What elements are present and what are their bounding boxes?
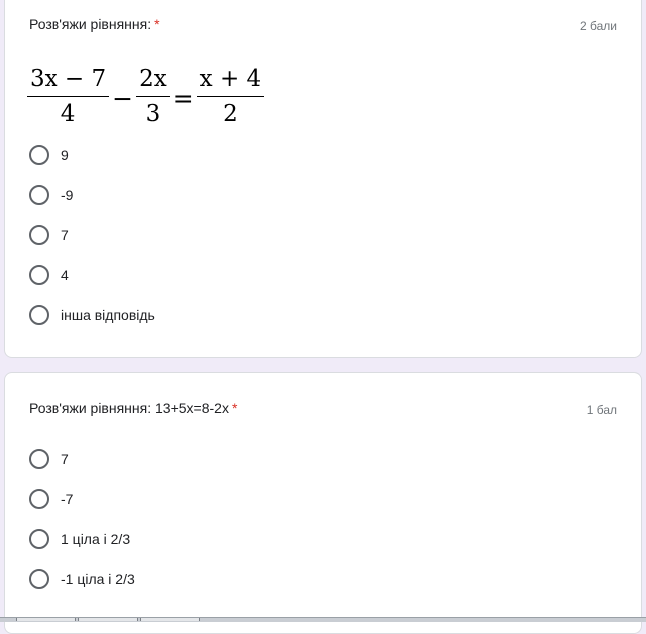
equation-image: 3x − 7 4 − 2x 3 = x + 4 2 bbox=[27, 61, 265, 131]
question-2-title: Розв'яжи рівняння: 13+5x=8-2x * bbox=[29, 399, 237, 417]
radio-button-icon[interactable] bbox=[29, 569, 49, 589]
q1-option-7[interactable]: 7 bbox=[29, 223, 69, 247]
question-card-2: Розв'яжи рівняння: 13+5x=8-2x * 1 бал 7 -… bbox=[4, 372, 642, 634]
radio-button-icon[interactable] bbox=[29, 185, 49, 205]
fraction-bar bbox=[196, 95, 265, 97]
equals-sign: = bbox=[172, 83, 194, 113]
q2-option-label: -7 bbox=[61, 491, 74, 507]
fraction-right: x + 4 2 bbox=[196, 64, 265, 129]
radio-button-icon[interactable] bbox=[29, 265, 49, 285]
q1-option-other[interactable]: інша відповідь bbox=[29, 303, 155, 327]
radio-button-icon[interactable] bbox=[29, 225, 49, 245]
q1-option-4[interactable]: 4 bbox=[29, 263, 69, 287]
minus-sign: − bbox=[112, 83, 134, 113]
q1-option-label: інша відповідь bbox=[61, 307, 155, 323]
required-asterisk: * bbox=[154, 16, 160, 32]
fraction-right-denominator: 2 bbox=[223, 100, 238, 127]
q2-option-7[interactable]: 7 bbox=[29, 447, 69, 471]
fraction-middle: 2x 3 bbox=[136, 64, 170, 129]
taskbar-tab[interactable] bbox=[16, 618, 76, 621]
q2-option-minus-7[interactable]: -7 bbox=[29, 487, 73, 511]
fraction-middle-denominator: 3 bbox=[145, 100, 161, 127]
q1-option-minus-9[interactable]: -9 bbox=[29, 183, 73, 207]
fraction-bar bbox=[136, 95, 170, 97]
q1-option-label: 7 bbox=[61, 227, 69, 243]
q1-option-label: 9 bbox=[61, 147, 69, 163]
taskbar-tab[interactable] bbox=[78, 618, 138, 621]
q1-option-label: 4 bbox=[61, 267, 69, 283]
question-2-title-text: Розв'яжи рівняння: 13+5x=8-2x bbox=[29, 400, 229, 416]
radio-button-icon[interactable] bbox=[29, 489, 49, 509]
radio-button-icon[interactable] bbox=[29, 305, 49, 325]
fraction-right-numerator: x + 4 bbox=[199, 65, 262, 92]
question-1-title: Розв'яжи рівняння: * bbox=[29, 15, 160, 33]
q1-option-9[interactable]: 9 bbox=[29, 143, 69, 167]
fraction-bar bbox=[27, 95, 110, 97]
q2-option-1-2-3[interactable]: 1 ціла і 2/3 bbox=[29, 527, 130, 551]
taskbar-strip bbox=[0, 617, 646, 622]
fraction-left: 3x − 7 4 bbox=[27, 64, 110, 129]
q2-option-label: 1 ціла і 2/3 bbox=[61, 531, 131, 547]
fraction-left-denominator: 4 bbox=[60, 100, 76, 127]
radio-button-icon[interactable] bbox=[29, 145, 49, 165]
radio-button-icon[interactable] bbox=[29, 449, 49, 469]
required-asterisk: * bbox=[231, 400, 238, 416]
question-1-title-text: Розв'яжи рівняння: bbox=[29, 16, 152, 32]
q2-option-label: 7 bbox=[61, 451, 69, 467]
question-card-1: Розв'яжи рівняння: * 2 бали 3x − 7 4 − 2x… bbox=[4, 0, 642, 358]
fraction-left-numerator: 3x − 7 bbox=[30, 65, 107, 92]
taskbar-tab[interactable] bbox=[140, 618, 200, 621]
q1-option-label: -9 bbox=[61, 187, 74, 203]
question-2-points: 1 бал bbox=[586, 403, 617, 417]
radio-button-icon[interactable] bbox=[29, 529, 49, 549]
q2-option-minus-1-2-3[interactable]: -1 ціла і 2/3 bbox=[29, 567, 135, 591]
q2-option-label: -1 ціла і 2/3 bbox=[61, 571, 135, 587]
fraction-middle-numerator: 2x bbox=[139, 65, 167, 92]
question-1-points: 2 бали bbox=[580, 19, 617, 33]
